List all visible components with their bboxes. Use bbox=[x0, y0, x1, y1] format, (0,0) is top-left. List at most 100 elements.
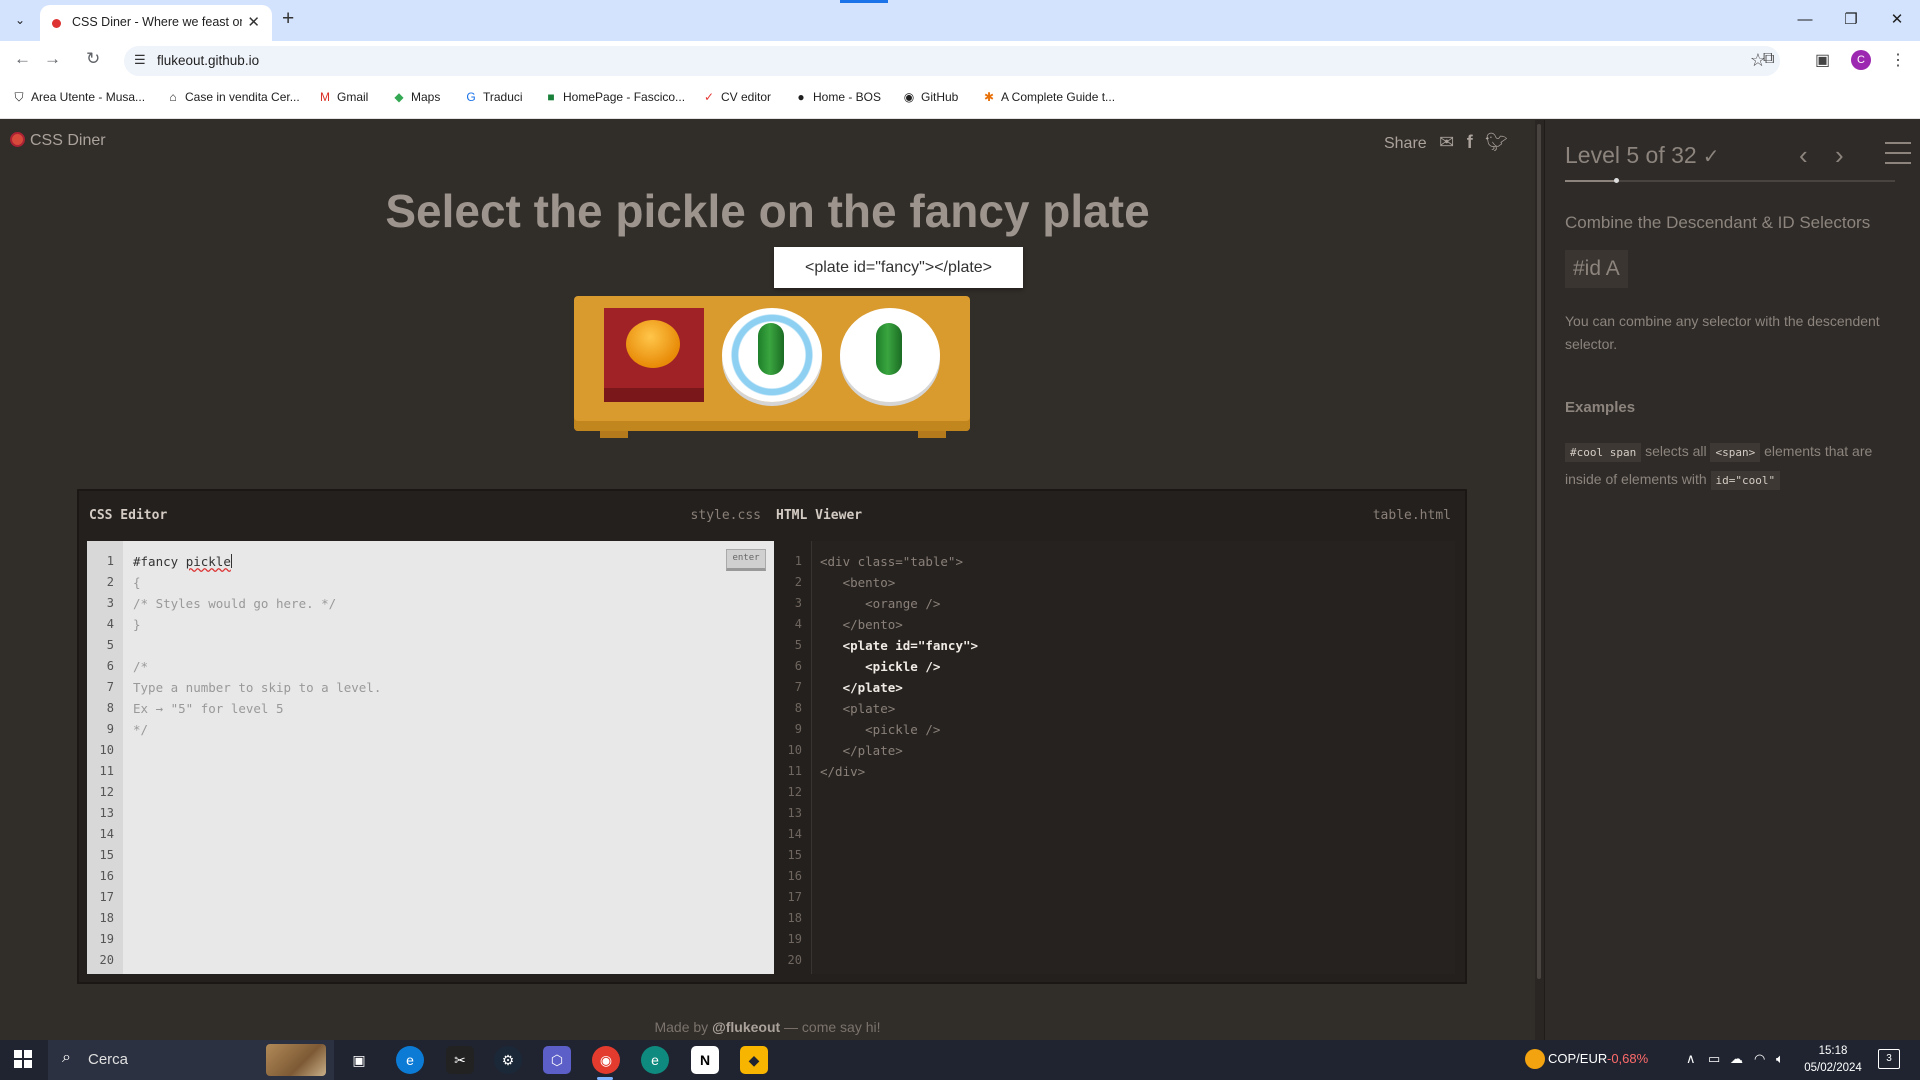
volume-icon[interactable]: 🔈︎ bbox=[1776, 1051, 1784, 1067]
author-link[interactable]: @flukeout bbox=[712, 1019, 780, 1035]
bookmark-7[interactable]: ● Home - BOS bbox=[794, 90, 881, 104]
stock-ticker-icon bbox=[1525, 1049, 1545, 1069]
order-title: Select the pickle on the fancy plate bbox=[385, 185, 1150, 237]
bookmark-9[interactable]: ✱ A Complete Guide t... bbox=[982, 90, 1115, 104]
level-sidebar: Level 5 of 32 ✓ ‹ › Combine the Descendan… bbox=[1544, 120, 1920, 1040]
notion-icon[interactable]: N bbox=[691, 1046, 719, 1074]
markup-line[interactable]: </div> bbox=[820, 761, 978, 782]
chrome-menu-icon[interactable]: ⋮ bbox=[1890, 50, 1906, 70]
chrome-icon[interactable]: ◉ bbox=[592, 1046, 620, 1074]
reload-icon[interactable]: ↻ bbox=[86, 49, 100, 69]
markup-line-highlighted[interactable]: </plate> bbox=[820, 677, 978, 698]
markup-line-highlighted[interactable]: <pickle /> bbox=[820, 656, 978, 677]
browser-tab[interactable]: CSS Diner - Where we feast on ✕ bbox=[40, 5, 272, 41]
logo[interactable]: CSS Diner bbox=[10, 132, 106, 150]
wifi-icon[interactable]: ◠ bbox=[1754, 1051, 1765, 1067]
taskbar-search-text: Cerca bbox=[88, 1051, 129, 1068]
share-label: Share bbox=[1383, 135, 1427, 152]
markup-line[interactable]: <orange /> bbox=[820, 593, 978, 614]
cv-icon: ✓ bbox=[703, 90, 715, 104]
css-selector-input[interactable]: #fancy pickle bbox=[133, 551, 381, 572]
side-panel-icon[interactable]: ▣ bbox=[1815, 50, 1830, 70]
html-viewer-header: HTML Viewer table.html bbox=[776, 491, 1466, 541]
extensions-icon[interactable]: ⧉ bbox=[1763, 50, 1774, 68]
pickle-item[interactable] bbox=[876, 323, 902, 375]
bookmark-4[interactable]: G Traduci bbox=[464, 90, 522, 104]
bookmark-0[interactable]: ⛉ Area Utente - Musa... bbox=[12, 90, 145, 105]
level-progress-fill bbox=[1565, 180, 1617, 182]
profile-avatar[interactable]: C bbox=[1851, 50, 1871, 70]
gmail-icon: M bbox=[320, 90, 330, 104]
capcut-icon[interactable]: ✂ bbox=[446, 1046, 474, 1074]
tab-close-icon[interactable]: ✕ bbox=[247, 13, 260, 31]
enter-button[interactable]: enter bbox=[726, 549, 766, 571]
task-view-icon[interactable]: ▣ bbox=[345, 1046, 373, 1074]
steam-icon[interactable]: ⚙ bbox=[494, 1046, 522, 1074]
url-text[interactable]: flukeout.github.io bbox=[157, 53, 259, 68]
code-line: /* Styles would go here. */ bbox=[133, 596, 337, 611]
fancy-plate[interactable] bbox=[722, 308, 822, 402]
show-hidden-icons-icon[interactable]: ∧ bbox=[1686, 1051, 1696, 1067]
email-icon[interactable]: ✉ bbox=[1439, 132, 1454, 152]
bookmark-3[interactable]: ◆ Maps bbox=[392, 90, 440, 104]
notification-center-icon[interactable]: 3 bbox=[1878, 1049, 1900, 1069]
minimize-icon[interactable]: — bbox=[1782, 0, 1828, 41]
markup-line[interactable]: <plate> bbox=[820, 698, 978, 719]
taskbar-search[interactable]: ⌕ Cerca bbox=[48, 1040, 334, 1080]
examples-title: Examples bbox=[1565, 399, 1636, 416]
site-info-icon[interactable]: ☰ bbox=[134, 52, 146, 68]
share-bar: Share ✉ f 🐦︎ bbox=[1384, 132, 1508, 153]
markup-line[interactable]: <div class="table"> bbox=[820, 551, 978, 572]
level-progress-bar bbox=[1565, 178, 1895, 183]
asterisk-icon: ✱ bbox=[983, 90, 995, 104]
edge-beta-icon[interactable]: e bbox=[641, 1046, 669, 1074]
code-line: */ bbox=[133, 722, 149, 737]
ticker-name[interactable]: COP/EUR bbox=[1548, 1051, 1607, 1066]
twitter-icon[interactable]: 🐦︎ bbox=[1485, 132, 1508, 152]
line-numbers: 1 2 3 4 5 6 7 8 9 10 11 12 13 14 15 16 17 18 19 20 bbox=[776, 541, 812, 974]
search-highlight-image bbox=[266, 1044, 326, 1076]
git-app-icon[interactable]: ◆ bbox=[740, 1046, 768, 1074]
markup-line-highlighted[interactable]: <plate id="fancy"> bbox=[820, 635, 978, 656]
restore-icon[interactable]: ❐ bbox=[1828, 0, 1874, 41]
selector-heading: Combine the Descendant & ID Selectors bbox=[1565, 213, 1871, 232]
previous-level-icon[interactable]: ‹ bbox=[1799, 140, 1808, 171]
facebook-icon[interactable]: f bbox=[1467, 132, 1473, 152]
bookmark-8[interactable]: ◉ GitHub bbox=[902, 90, 959, 104]
bookmark-2[interactable]: M Gmail bbox=[318, 90, 368, 104]
line-numbers: 1 2 3 4 5 6 7 8 9 10 11 12 13 14 15 16 17 18 19 20 bbox=[87, 541, 123, 974]
text-caret bbox=[230, 554, 232, 568]
address-bar[interactable]: ☰ flukeout.github.io ☆ bbox=[124, 46, 1780, 76]
markup-line[interactable]: </plate> bbox=[820, 740, 978, 761]
camera-icon[interactable]: ▭ bbox=[1708, 1051, 1720, 1067]
code-line: Ex → "5" for level 5 bbox=[133, 701, 284, 716]
windows-start-icon[interactable] bbox=[14, 1050, 32, 1068]
tab-search-icon[interactable]: ⌄ bbox=[9, 9, 31, 31]
css-editor-header: CSS Editor style.css bbox=[79, 491, 776, 541]
level-progress-marker bbox=[1614, 178, 1620, 183]
plain-plate[interactable] bbox=[840, 308, 940, 402]
close-window-icon[interactable]: ✕ bbox=[1874, 0, 1920, 41]
markup-line[interactable]: <pickle /> bbox=[820, 719, 978, 740]
level-menu-icon[interactable] bbox=[1885, 142, 1911, 172]
bookmark-5[interactable]: ■ HomePage - Fascico... bbox=[544, 90, 685, 104]
next-level-icon[interactable]: › bbox=[1835, 140, 1844, 171]
pickle-item[interactable] bbox=[758, 323, 784, 375]
css-editor-pane[interactable]: 1 2 3 4 5 6 7 8 9 10 11 12 13 14 15 16 17 18 19 20 #fancy p… bbox=[87, 541, 774, 974]
app-hexagon-icon[interactable]: ⬡ bbox=[543, 1046, 571, 1074]
clock-time: 15:18 bbox=[1818, 1045, 1848, 1057]
clock[interactable]: 15:18 05/02/2024 bbox=[1802, 1043, 1864, 1077]
scrollbar-thumb[interactable] bbox=[1537, 124, 1541, 979]
orange-item[interactable] bbox=[626, 320, 680, 368]
markup-line[interactable]: </bento> bbox=[820, 614, 978, 635]
edge-icon[interactable]: e bbox=[396, 1046, 424, 1074]
new-tab-icon[interactable]: + bbox=[282, 7, 294, 31]
ticker-value[interactable]: -0,68% bbox=[1607, 1051, 1648, 1066]
onedrive-icon[interactable]: ☁ bbox=[1730, 1051, 1743, 1067]
back-icon[interactable]: ← bbox=[14, 49, 31, 69]
bookmark-1[interactable]: ⌂ Case in vendita Cer... bbox=[166, 90, 299, 104]
bookmark-6[interactable]: ✓ CV editor bbox=[702, 90, 771, 104]
forward-icon[interactable]: → bbox=[44, 49, 61, 69]
markup-line[interactable]: <bento> bbox=[820, 572, 978, 593]
code-editor: CSS Editor style.css HTML Viewer table.h… bbox=[77, 489, 1467, 984]
